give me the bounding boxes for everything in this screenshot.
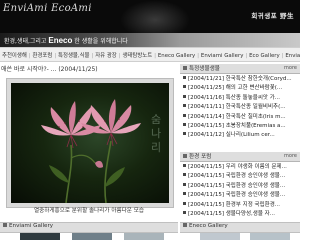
gallery-thumbnail[interactable] — [250, 233, 290, 240]
square-bullet-icon — [183, 66, 187, 70]
site-logo[interactable]: EnviAmi EcoAmi — [3, 3, 92, 14]
bullet-icon — [183, 201, 186, 205]
nav-item-enviami[interactable]: Enviami — [283, 50, 300, 59]
slogan-prefix: 환경,생태,그리고 — [4, 38, 49, 45]
bullet-icon — [183, 210, 186, 214]
header-background-glow — [120, 0, 190, 33]
list-item[interactable]: [2004/11/12] 실나리(Lilium cer... — [183, 131, 299, 140]
square-bullet-icon — [183, 154, 187, 158]
featured-post: 애쓴 바로 시작야?- ... (2004/11/25) 숨 나 리 열중하게흥… — [0, 62, 178, 222]
slogan-brand: Eneco — [48, 36, 73, 45]
list-item[interactable]: [2004/11/25] 해의 고한 변산바람꽃(... — [183, 84, 299, 93]
nav-item-free-board[interactable]: 자유 광장 — [93, 48, 119, 59]
nav-item-eco-tour[interactable]: 생태탐방노트 — [120, 48, 154, 59]
list-item[interactable]: [2004/11/14] 한국특산 칠미초(Iris m... — [183, 113, 299, 122]
photo-frame: 숨 나 리 — [6, 78, 174, 208]
nav-item-eneco-gallery[interactable]: Eneco Gallery — [156, 50, 197, 59]
slogan-suffix: 한 생활을 위해합니다 — [72, 38, 128, 45]
eneco-gallery-title: Eneco Gallery — [189, 223, 228, 229]
species-box-header: 특정생물생물 more — [180, 64, 300, 74]
species-more-link[interactable]: more — [284, 65, 297, 71]
bullet-icon — [183, 104, 186, 108]
right-column: 특정생물생물 more [2004/11/21] 한국특산 참한숫개(Coryd… — [180, 62, 300, 222]
enviami-gallery-title: Enviami Gallery — [9, 223, 54, 229]
bullet-icon — [183, 94, 186, 98]
nav-item-enviami-gallery[interactable]: Enviami Gallery — [199, 50, 245, 59]
square-bullet-icon — [183, 223, 187, 227]
slogan-text: 환경,생태,그리고 Eneco 한 생활을 위해합니다 — [4, 36, 128, 45]
bullet-icon — [183, 164, 186, 167]
site-header: EnviAmi EcoAmi 회귀생포 野生 — [0, 0, 300, 33]
forum-box-header: 환경 포럼 more — [180, 152, 300, 162]
list-item[interactable]: [2004/11/15] 생물다양성,생물 자... — [183, 210, 299, 219]
list-item[interactable]: [2004/11/15] 초봉장치풀(Eremias a... — [183, 122, 299, 131]
bullet-icon — [183, 113, 186, 117]
main-nav: 추천이생해 | 환경포럼 | 특정생물,식물 | 자유 광장 | 생태탐방노트 | Eneco Ga… — [0, 47, 300, 62]
photo-watermark: 숨 나 리 — [150, 113, 162, 154]
forum-list: [2004/11/15] 우리 야생화 이름의 문제... [2004/11/1… — [183, 163, 299, 219]
lily-illustration — [41, 99, 141, 203]
bullet-icon — [183, 182, 186, 186]
header-tagline: 회귀생포 野生 — [251, 12, 294, 20]
bullet-icon — [183, 122, 186, 126]
gallery-thumbnail[interactable] — [72, 233, 112, 240]
post-title[interactable]: 애쓴 바로 시작야?- ... (2004/11/25) — [1, 64, 98, 73]
list-item[interactable]: [2004/11/21] 한국특산 참한숫개(Coryd... — [183, 75, 299, 84]
species-box-title: 특정생물생물 — [189, 66, 220, 72]
eneco-gallery-header[interactable]: Eneco Gallery — [180, 222, 300, 233]
nav-item-species[interactable]: 특정생물,식물 — [56, 48, 91, 59]
forum-more-link[interactable]: more — [284, 153, 297, 159]
list-item[interactable]: [2004/11/15] 국립환경 승인야생 생물... — [183, 172, 299, 181]
square-bullet-icon — [3, 223, 7, 227]
gallery-thumbnail[interactable] — [200, 233, 240, 240]
list-item[interactable]: [2004/11/15] 우리 야생화 이름의 문제... — [183, 163, 299, 172]
list-item[interactable]: [2004/11/11] 한국특산종 일월비비추(... — [183, 103, 299, 112]
photo-caption: 열중하게흥으로 분위할 솔나리가 아름다운 모습 — [33, 208, 145, 214]
nav-item-eco-gallery[interactable]: Eco Gallery — [247, 50, 282, 59]
species-list: [2004/11/21] 한국특산 참한숫개(Coryd... [2004/11… — [183, 75, 299, 141]
bullet-icon — [183, 132, 186, 136]
bullet-icon — [183, 76, 186, 79]
enviami-gallery-header[interactable]: Enviami Gallery — [0, 222, 178, 233]
forum-box-title: 환경 포럼 — [189, 154, 212, 160]
slogan-bar: 환경,생태,그리고 Eneco 한 생활을 위해합니다 — [0, 33, 300, 47]
gallery-thumbnails — [0, 233, 300, 240]
bullet-icon — [183, 173, 186, 177]
list-item[interactable]: [2004/11/15] 환경부 지정 국립환경... — [183, 201, 299, 210]
gallery-thumbnail[interactable] — [124, 233, 164, 240]
list-item[interactable]: [2004/11/15] 국립환경 승인야생 생물... — [183, 182, 299, 191]
bullet-icon — [183, 85, 186, 89]
list-item[interactable]: [2004/11/15] 국립환경 승인야생 생물... — [183, 191, 299, 200]
gallery-thumbnail[interactable] — [20, 233, 60, 240]
list-item[interactable]: [2004/11/16] 특산종 돌놓을씨앗 가... — [183, 94, 299, 103]
nav-item-recommend[interactable]: 추천이생해 — [0, 48, 29, 59]
lily-photo[interactable]: 숨 나 리 — [11, 83, 169, 203]
nav-item-forum[interactable]: 환경포럼 — [31, 48, 55, 59]
bullet-icon — [183, 192, 186, 196]
